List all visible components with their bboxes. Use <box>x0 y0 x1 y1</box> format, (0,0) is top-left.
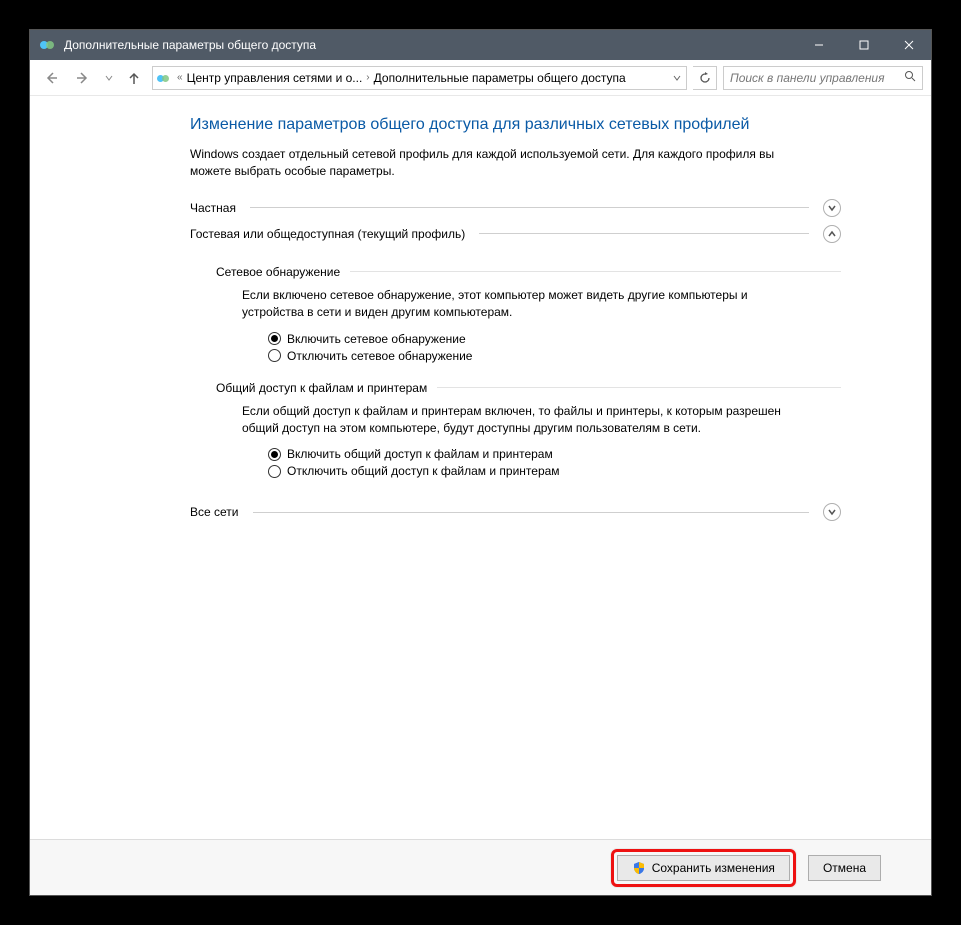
profile-guest-label: Гостевая или общедоступная (текущий проф… <box>190 227 465 241</box>
network-discovery-on[interactable]: Включить сетевое обнаружение <box>268 332 841 346</box>
window-title: Дополнительные параметры общего доступа <box>64 38 796 52</box>
file-sharing-radiogroup: Включить общий доступ к файлам и принтер… <box>268 447 841 478</box>
network-discovery-header: Сетевое обнаружение <box>216 265 841 279</box>
network-icon <box>157 70 173 86</box>
profile-guest-content: Сетевое обнаружение Если включено сетево… <box>190 251 841 488</box>
file-sharing-title: Общий доступ к файлам и принтерам <box>216 381 427 395</box>
breadcrumb-item[interactable]: Дополнительные параметры общего доступа <box>374 71 626 85</box>
radio-label: Включить сетевое обнаружение <box>287 332 466 346</box>
search-icon <box>904 70 916 85</box>
search-input[interactable]: Поиск в панели управления <box>723 66 923 90</box>
save-highlight: Сохранить изменения <box>611 849 796 887</box>
profile-private-label: Частная <box>190 201 236 215</box>
search-placeholder: Поиск в панели управления <box>730 71 885 85</box>
app-icon <box>40 37 56 53</box>
chevron-down-icon[interactable] <box>823 199 841 217</box>
cancel-button[interactable]: Отмена <box>808 855 881 881</box>
navbar: « Центр управления сетями и о... › Допол… <box>30 60 931 96</box>
shield-icon <box>632 861 646 875</box>
chevron-down-icon[interactable] <box>823 503 841 521</box>
footer: Сохранить изменения Отмена <box>30 839 931 895</box>
radio-label: Отключить общий доступ к файлам и принте… <box>287 464 560 478</box>
radio-icon <box>268 465 281 478</box>
radio-icon <box>268 332 281 345</box>
back-button[interactable] <box>38 65 64 91</box>
breadcrumb-prefix: « <box>177 72 183 83</box>
page-description: Windows создает отдельный сетевой профил… <box>190 146 790 181</box>
page-heading: Изменение параметров общего доступа для … <box>190 116 841 134</box>
forward-button[interactable] <box>70 65 96 91</box>
file-sharing-header: Общий доступ к файлам и принтерам <box>216 381 841 395</box>
network-discovery-off[interactable]: Отключить сетевое обнаружение <box>268 349 841 363</box>
close-button[interactable] <box>886 30 931 60</box>
maximize-button[interactable] <box>841 30 886 60</box>
chevron-up-icon[interactable] <box>823 225 841 243</box>
history-dropdown[interactable] <box>102 74 116 82</box>
breadcrumb-item[interactable]: Центр управления сетями и о... <box>187 71 363 85</box>
network-discovery-radiogroup: Включить сетевое обнаружение Отключить с… <box>268 332 841 363</box>
save-button[interactable]: Сохранить изменения <box>617 855 790 881</box>
network-discovery-title: Сетевое обнаружение <box>216 265 340 279</box>
radio-label: Включить общий доступ к файлам и принтер… <box>287 447 553 461</box>
file-sharing-on[interactable]: Включить общий доступ к файлам и принтер… <box>268 447 841 461</box>
file-sharing-description: Если общий доступ к файлам и принтерам в… <box>242 403 802 438</box>
network-discovery-description: Если включено сетевое обнаружение, этот … <box>242 287 802 322</box>
profile-private-expander[interactable]: Частная <box>190 199 841 217</box>
cancel-button-label: Отмена <box>823 861 866 875</box>
minimize-button[interactable] <box>796 30 841 60</box>
profile-allnets-label: Все сети <box>190 505 239 519</box>
radio-icon <box>268 448 281 461</box>
refresh-button[interactable] <box>693 66 717 90</box>
chevron-right-icon: › <box>366 72 369 83</box>
radio-icon <box>268 349 281 362</box>
breadcrumb[interactable]: « Центр управления сетями и о... › Допол… <box>152 66 687 90</box>
titlebar: Дополнительные параметры общего доступа <box>30 30 931 60</box>
up-button[interactable] <box>122 66 146 90</box>
content-area: Изменение параметров общего доступа для … <box>30 96 931 839</box>
profile-allnets-expander[interactable]: Все сети <box>190 503 841 521</box>
window-frame: Дополнительные параметры общего доступа <box>30 30 931 895</box>
save-button-label: Сохранить изменения <box>652 861 775 875</box>
file-sharing-off[interactable]: Отключить общий доступ к файлам и принте… <box>268 464 841 478</box>
profile-guest-expander[interactable]: Гостевая или общедоступная (текущий проф… <box>190 225 841 243</box>
radio-label: Отключить сетевое обнаружение <box>287 349 472 363</box>
breadcrumb-dropdown[interactable] <box>668 67 684 89</box>
